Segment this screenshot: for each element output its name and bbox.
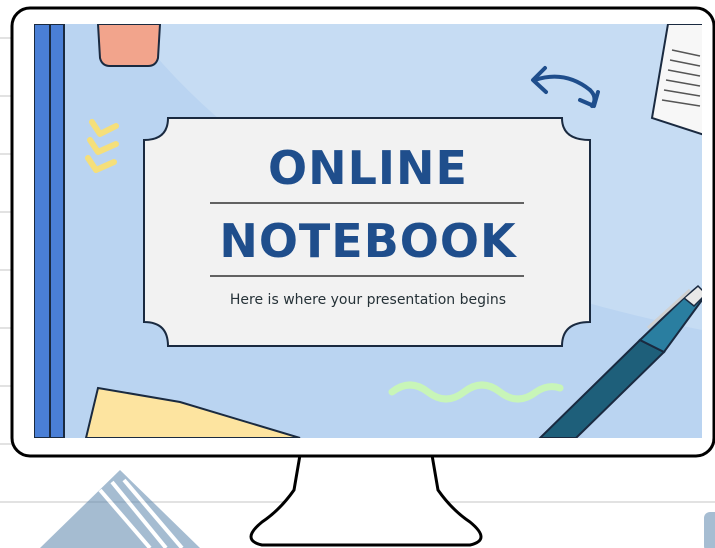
slide-title-line2: NOTEBOOK bbox=[219, 214, 517, 268]
slide-subtitle: Here is where your presentation begins bbox=[229, 292, 507, 308]
monitor-stand bbox=[249, 453, 483, 547]
slide-title-line1: ONLINE bbox=[268, 141, 468, 195]
eraser-icon bbox=[96, 24, 162, 67]
monitor bbox=[10, 6, 715, 547]
